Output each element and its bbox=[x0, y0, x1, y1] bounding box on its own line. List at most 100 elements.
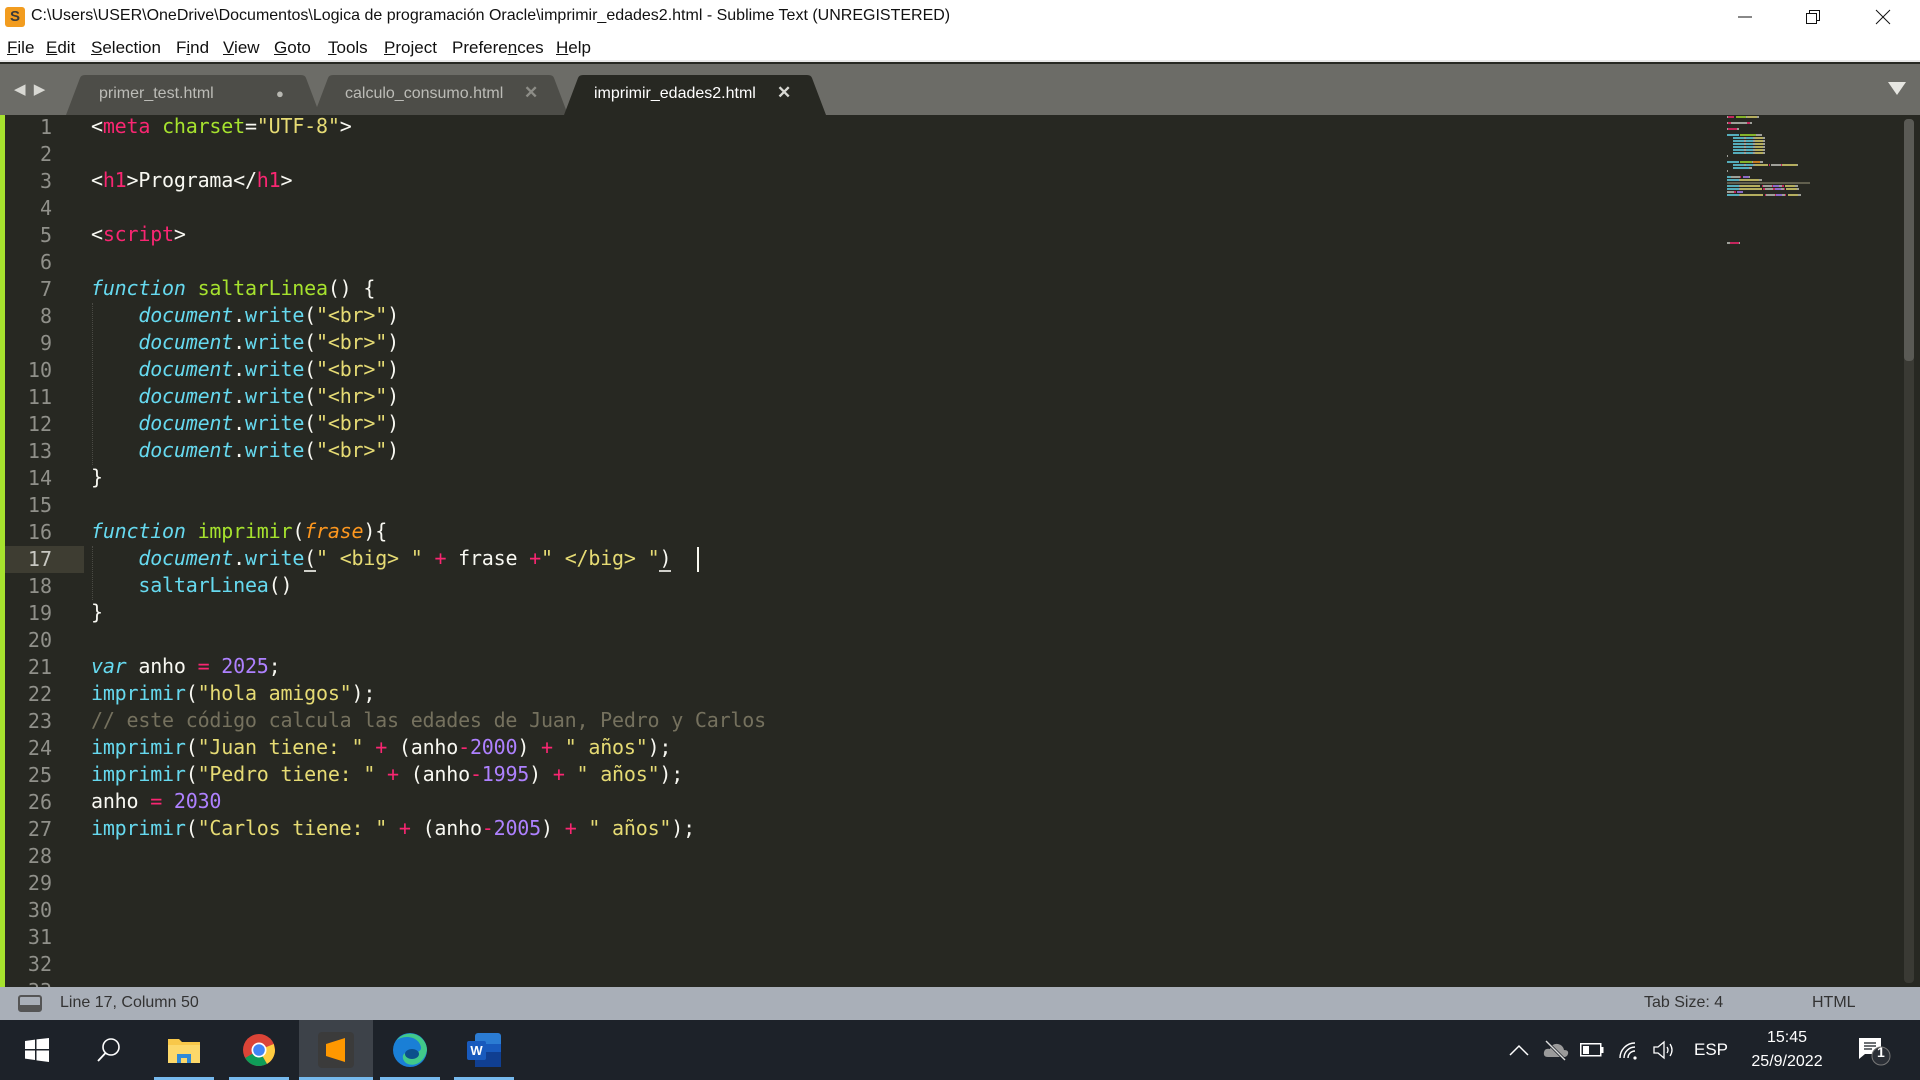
tab-nav-arrows-icon[interactable]: ◀ ▶ bbox=[14, 80, 47, 98]
minimap-mark bbox=[1727, 185, 1739, 187]
line-number: 21 bbox=[27, 655, 52, 679]
code-token: " </big> " bbox=[541, 546, 660, 570]
tab-label: primer_test.html bbox=[99, 85, 214, 102]
code-line[interactable]: // este código calcula las edades de Jua… bbox=[91, 708, 766, 735]
code-line[interactable]: document.write("<br>") bbox=[91, 303, 399, 330]
code-token: "Juan tiene: " bbox=[197, 735, 364, 759]
modified-dot-icon[interactable]: ● bbox=[276, 86, 284, 101]
syntax-selector[interactable]: HTML bbox=[1812, 994, 1856, 1012]
menu-preferences[interactable]: Preferences bbox=[452, 38, 544, 58]
menu-view[interactable]: View bbox=[223, 38, 260, 58]
code-line[interactable]: } bbox=[91, 600, 103, 627]
system-clock[interactable]: 15:45 25/9/2022 bbox=[1742, 1026, 1832, 1074]
start-button[interactable] bbox=[0, 1020, 74, 1080]
code-token: () bbox=[268, 573, 293, 597]
menu-goto[interactable]: Goto bbox=[274, 38, 311, 58]
battery-tray-icon[interactable] bbox=[1580, 1020, 1604, 1080]
code-area[interactable]: <meta charset="UTF-8"> <h1>Programa</h1> <… bbox=[91, 115, 1691, 987]
action-center-button[interactable]: 1 bbox=[1856, 1020, 1892, 1080]
line-number: 26 bbox=[27, 790, 52, 814]
taskbar-edge[interactable] bbox=[373, 1020, 447, 1080]
code-line[interactable]: saltarLinea() bbox=[91, 573, 292, 600]
code-token: () { bbox=[327, 276, 376, 300]
search-button[interactable] bbox=[72, 1020, 146, 1080]
scrollbar-thumb[interactable] bbox=[1904, 119, 1914, 361]
tab-bar: ◀ ▶ primer_test.html ● calculo_consumo.h… bbox=[0, 64, 1920, 115]
menu-selection[interactable]: Selection bbox=[91, 38, 161, 58]
taskbar-word[interactable]: W bbox=[447, 1020, 521, 1080]
code-line[interactable]: <script> bbox=[91, 222, 186, 249]
input-language[interactable]: ESP bbox=[1694, 1020, 1728, 1080]
minimize-button[interactable] bbox=[1710, 0, 1780, 34]
code-token: = bbox=[197, 654, 210, 678]
code-token: write bbox=[244, 357, 305, 381]
menu-project[interactable]: Project bbox=[384, 38, 437, 58]
code-line[interactable]: document.write("<br>") bbox=[91, 411, 399, 438]
onedrive-tray-icon[interactable] bbox=[1543, 1020, 1569, 1080]
tab-close-icon[interactable]: ✕ bbox=[524, 83, 538, 103]
code-editor[interactable]: 1 2 3 4 5 6 7 8 9 10 11 12 13 14 15 16 17 18 19 20 21 22 23 24 2… bbox=[0, 115, 1920, 987]
minimap[interactable] bbox=[1712, 115, 1842, 355]
tab-size-selector[interactable]: Tab Size: 4 bbox=[1644, 994, 1723, 1012]
code-line[interactable]: imprimir("Pedro tiene: " + (anho-1995) +… bbox=[91, 762, 683, 789]
code-line[interactable]: var anho = 2025; bbox=[91, 654, 281, 681]
code-token: " <big> " bbox=[316, 546, 423, 570]
code-token: document bbox=[138, 411, 234, 435]
restore-button[interactable] bbox=[1778, 0, 1848, 34]
tab-imprimir-edades2[interactable]: imprimir_edades2.html ✕ bbox=[564, 75, 826, 115]
taskbar-file-explorer[interactable] bbox=[147, 1020, 221, 1080]
network-tray-icon[interactable] bbox=[1619, 1020, 1641, 1080]
code-line[interactable]: document.write("<hr>") bbox=[91, 384, 399, 411]
code-line[interactable]: function saltarLinea() { bbox=[91, 276, 375, 303]
menu-file[interactable]: File bbox=[7, 38, 34, 58]
code-line[interactable]: imprimir("Carlos tiene: " + (anho-2005) … bbox=[91, 816, 695, 843]
menu-label: ools bbox=[336, 38, 368, 57]
minimap-mark bbox=[1763, 137, 1765, 139]
chrome-icon bbox=[243, 1034, 276, 1067]
menu-find[interactable]: Find bbox=[176, 38, 209, 58]
line-number-gutter: 1 2 3 4 5 6 7 8 9 10 11 12 13 14 15 16 17 18 19 20 21 22 23 24 2… bbox=[0, 115, 84, 987]
code-line[interactable]: <meta charset="UTF-8"> bbox=[91, 115, 352, 141]
volume-tray-icon[interactable] bbox=[1652, 1020, 1676, 1080]
code-line[interactable]: anho = 2030 bbox=[91, 789, 221, 816]
code-token: write bbox=[244, 330, 305, 354]
tab-close-icon[interactable]: ✕ bbox=[777, 83, 791, 103]
code-line[interactable]: document.write(" <big> " + frase +" </bi… bbox=[91, 546, 671, 573]
code-line[interactable]: imprimir("Juan tiene: " + (anho-2000) + … bbox=[91, 735, 671, 762]
code-line[interactable]: imprimir("hola amigos"); bbox=[91, 681, 375, 708]
minimap-mark bbox=[1754, 140, 1764, 142]
code-line[interactable]: function imprimir(frase){ bbox=[91, 519, 387, 546]
menu-tools[interactable]: Tools bbox=[328, 38, 368, 58]
code-line[interactable]: <h1>Programa</h1> bbox=[91, 168, 293, 195]
minimap-mark bbox=[1732, 149, 1745, 151]
minimap-mark bbox=[1763, 149, 1765, 151]
taskbar-chrome[interactable] bbox=[222, 1020, 296, 1080]
panel-toggle-icon[interactable] bbox=[18, 995, 42, 1012]
menu-edit[interactable]: Edit bbox=[46, 38, 75, 58]
minimap-mark bbox=[1795, 185, 1799, 187]
minimap-mark bbox=[1745, 143, 1754, 145]
close-button[interactable] bbox=[1848, 0, 1918, 34]
minimap-mark bbox=[1735, 116, 1746, 118]
minimap-mark bbox=[1754, 137, 1764, 139]
code-line[interactable]: document.write("<br>") bbox=[91, 357, 399, 384]
show-hidden-icons-button[interactable] bbox=[1509, 1020, 1529, 1080]
taskbar-sublime-text[interactable] bbox=[299, 1020, 373, 1080]
code-token: . bbox=[233, 330, 245, 354]
tab-primer-test[interactable]: primer_test.html ● bbox=[66, 75, 320, 115]
code-line[interactable]: } bbox=[91, 465, 103, 492]
minimap-mark bbox=[1785, 185, 1796, 187]
tab-calculo-consumo[interactable]: calculo_consumo.html ✕ bbox=[314, 75, 568, 115]
menu-accel: F bbox=[7, 38, 18, 57]
minimap-mark bbox=[1732, 140, 1745, 142]
menu-help[interactable]: Help bbox=[556, 38, 591, 58]
code-token: . bbox=[233, 303, 245, 327]
code-token: . bbox=[233, 411, 245, 435]
line-number: 14 bbox=[27, 466, 52, 490]
code-line[interactable]: document.write("<br>") bbox=[91, 438, 399, 465]
tab-list-dropdown-icon[interactable] bbox=[1888, 82, 1906, 95]
code-token: 2025 bbox=[221, 654, 269, 678]
code-line[interactable]: document.write("<br>") bbox=[91, 330, 399, 357]
code-token: "Carlos tiene: " bbox=[197, 816, 388, 840]
vertical-scrollbar[interactable] bbox=[1904, 119, 1914, 983]
